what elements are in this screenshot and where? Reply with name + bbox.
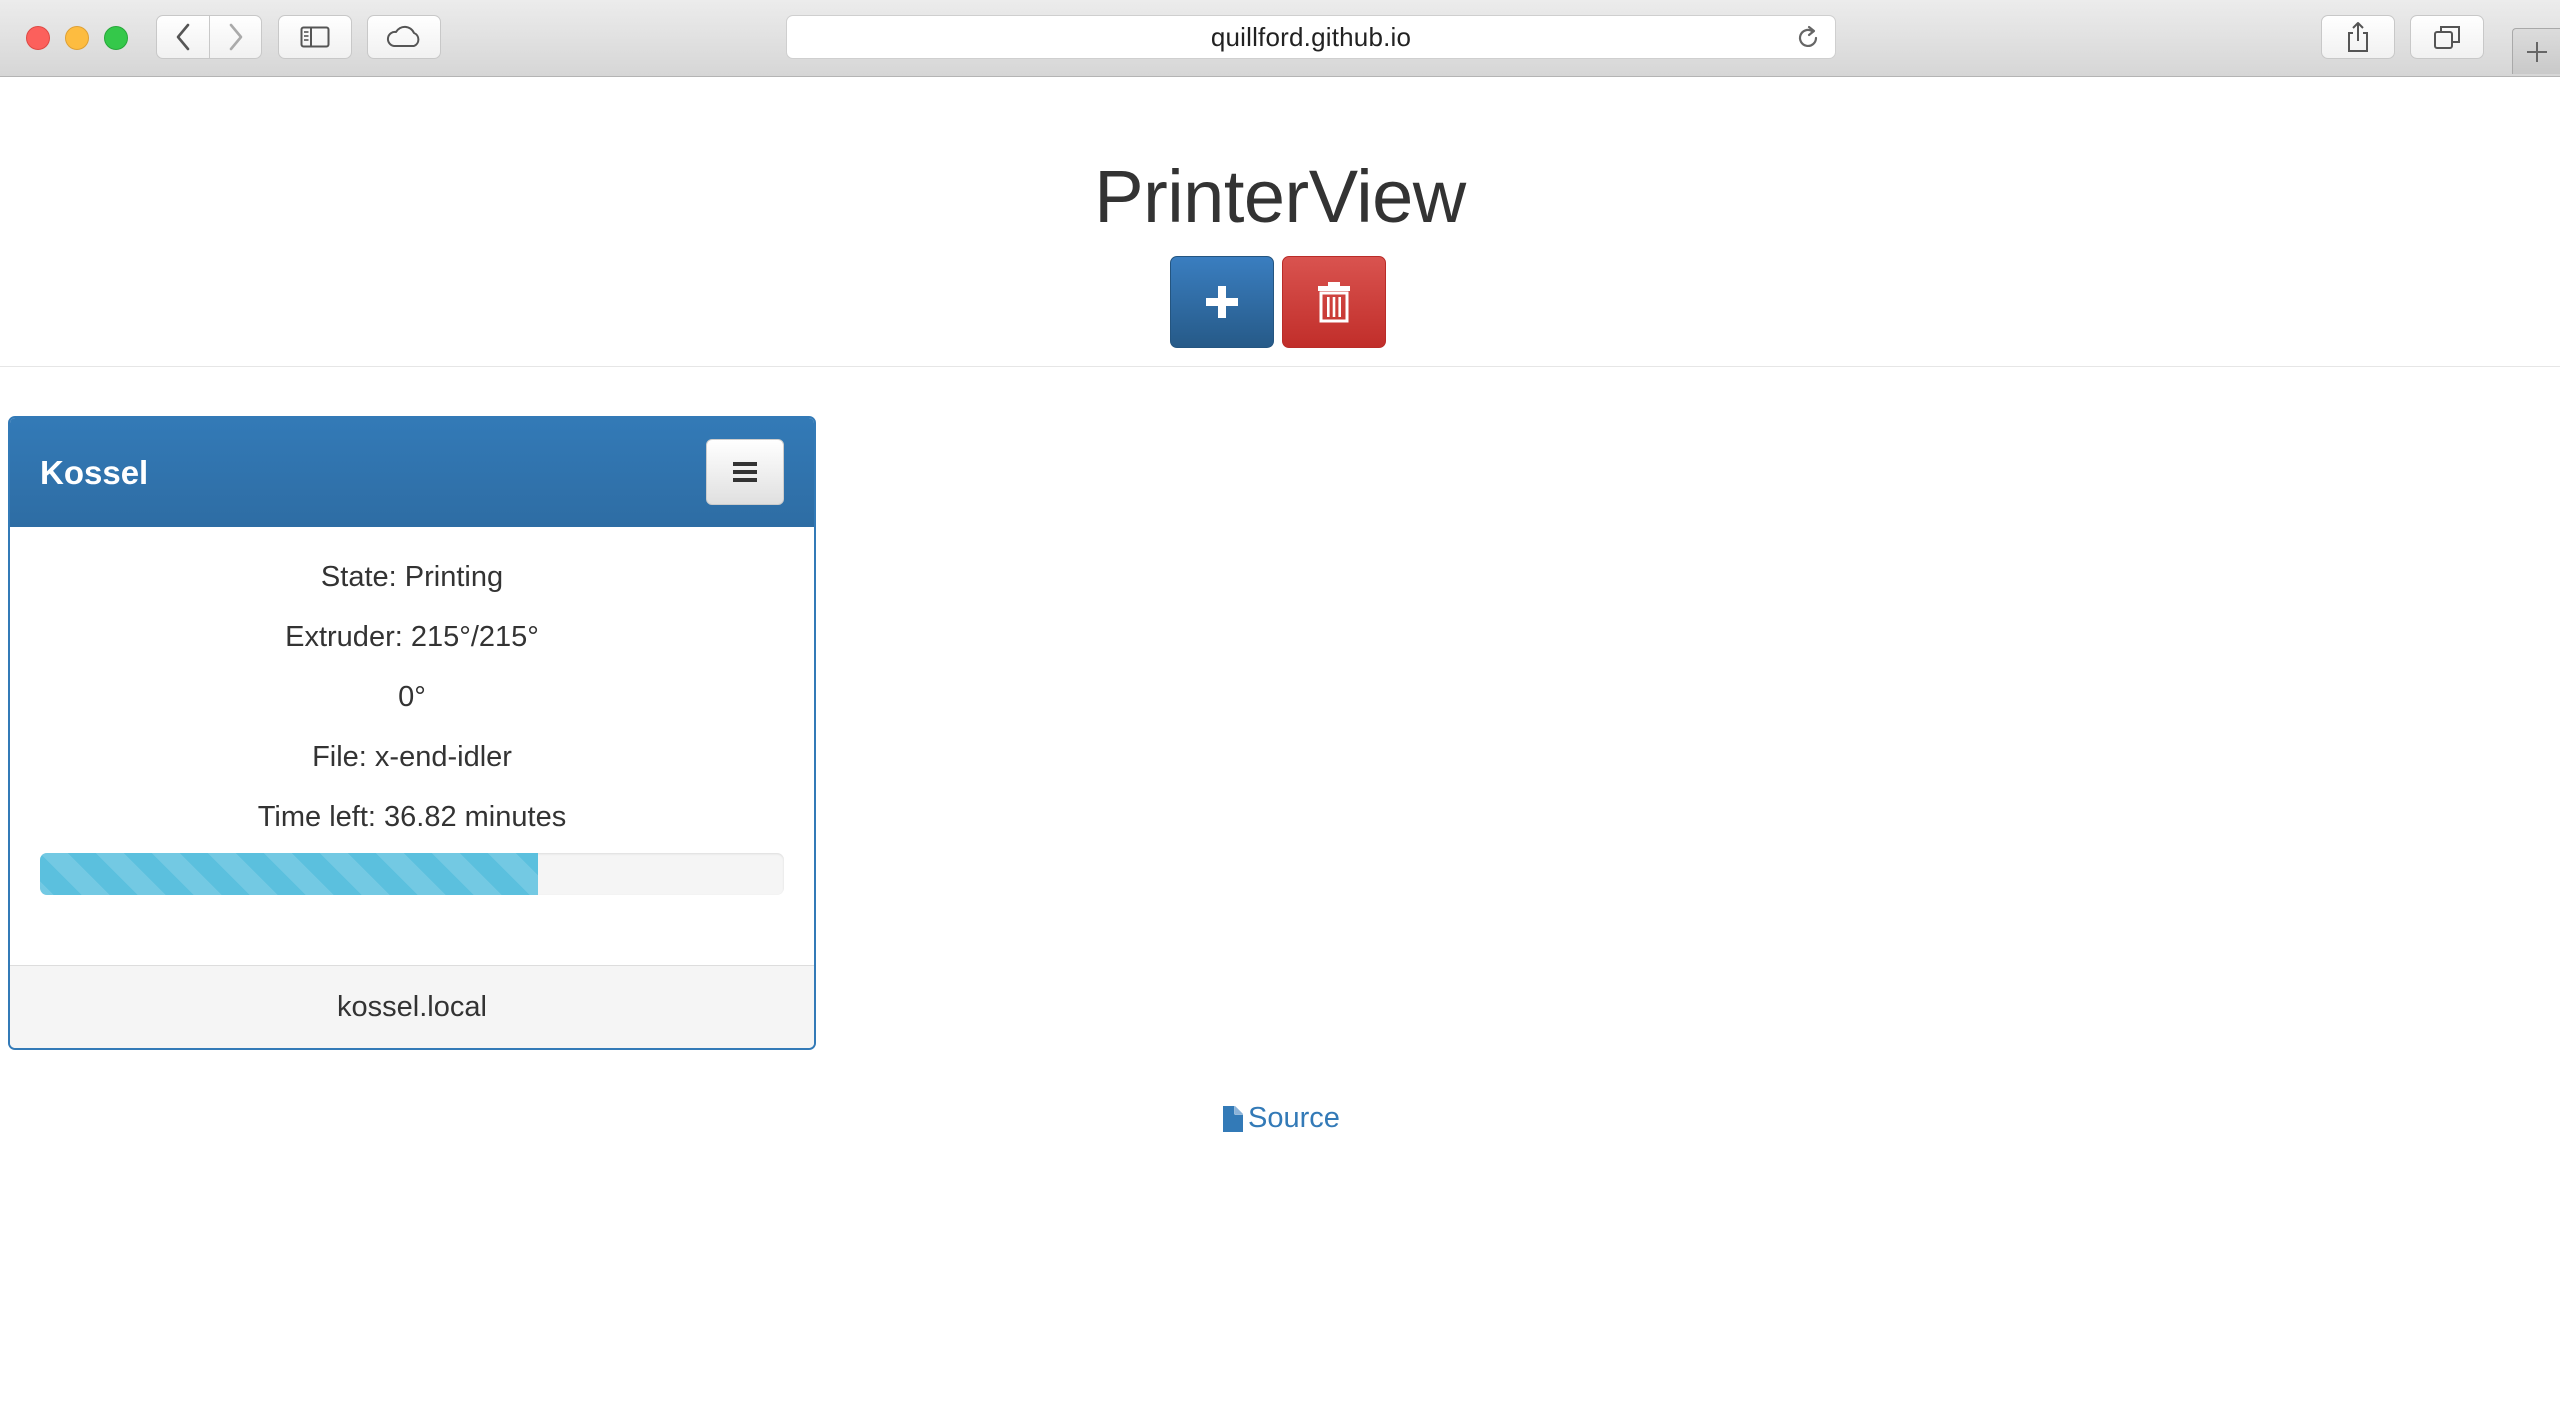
- printer-host: kossel.local: [10, 965, 814, 1048]
- print-progress-fill: [40, 853, 539, 895]
- header-divider: [0, 366, 2560, 367]
- hamburger-icon: [733, 462, 757, 482]
- cloud-icon: [386, 25, 420, 47]
- chevron-left-icon: [176, 23, 190, 51]
- plus-icon: [2526, 41, 2547, 62]
- printer-bed-temp: 0°: [398, 681, 426, 713]
- trash-icon: [1318, 282, 1350, 323]
- browser-toolbar: quillford.github.io: [0, 0, 2560, 77]
- printer-extruder-temp: Extruder: 215°/215°: [285, 621, 539, 653]
- share-icon: [2348, 22, 2368, 52]
- print-progress-bar: [40, 853, 784, 895]
- window-minimize-button[interactable]: [65, 26, 89, 50]
- printer-file: File: x-end-idler: [312, 741, 512, 773]
- address-bar[interactable]: quillford.github.io: [786, 15, 1836, 59]
- printer-name: Kossel: [40, 454, 149, 491]
- window-zoom-button[interactable]: [104, 26, 128, 50]
- page-content: PrinterView Kossel State: Printing Extru…: [0, 78, 2560, 1416]
- page-title: PrinterView: [1094, 155, 1466, 238]
- tabs-icon: [2434, 26, 2460, 49]
- header-toolbar: [1170, 256, 1386, 348]
- printer-panel: Kossel State: Printing Extruder: 215°/21…: [8, 416, 816, 1050]
- printer-menu-button[interactable]: [706, 439, 784, 505]
- chevron-right-icon: [229, 23, 242, 51]
- delete-printer-button[interactable]: [1282, 256, 1386, 348]
- source-link[interactable]: Source: [1222, 1102, 1340, 1135]
- new-tab-button[interactable]: [2512, 28, 2560, 74]
- show-tabs-button[interactable]: [2410, 15, 2484, 59]
- printer-state: State: Printing: [320, 561, 504, 593]
- printer-panel-header: Kossel: [10, 418, 814, 527]
- printer-time-left: Time left: 36.82 minutes: [257, 801, 567, 833]
- printer-panel-body: State: Printing Extruder: 215°/215° 0° F…: [10, 527, 814, 967]
- reload-icon[interactable]: [1795, 25, 1821, 51]
- icloud-tabs-button[interactable]: [367, 15, 441, 59]
- sidebar-icon: [300, 26, 330, 48]
- window-close-button[interactable]: [26, 26, 50, 50]
- back-button[interactable]: [156, 15, 210, 59]
- share-button[interactable]: [2321, 15, 2395, 59]
- plus-icon: [1206, 286, 1238, 318]
- url-text: quillford.github.io: [1210, 21, 1412, 52]
- add-printer-button[interactable]: [1170, 256, 1274, 348]
- source-link-label: Source: [1248, 1102, 1340, 1134]
- forward-button[interactable]: [209, 15, 262, 59]
- file-icon: [1223, 1105, 1243, 1132]
- sidebar-button[interactable]: [278, 15, 352, 59]
